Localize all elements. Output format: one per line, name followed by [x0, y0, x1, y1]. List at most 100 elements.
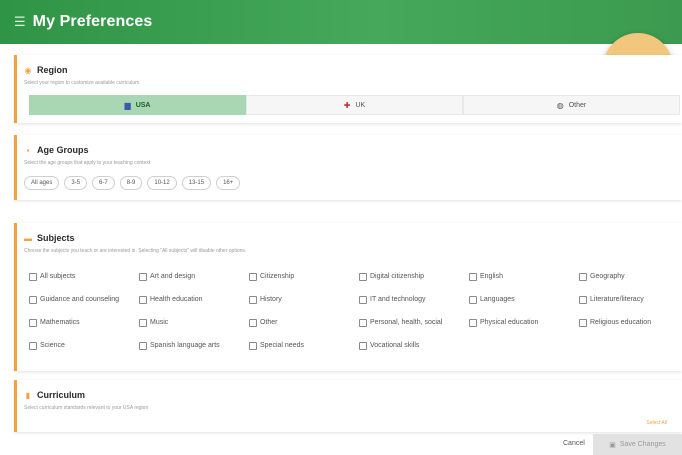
checkbox-box[interactable] [579, 295, 587, 304]
subjects-description: Choose the subjects you teach or are int… [24, 248, 247, 254]
checkbox-box[interactable] [249, 318, 257, 327]
location-icon: ◉ [24, 65, 32, 75]
subject-checkbox[interactable]: Physical education [469, 311, 579, 334]
checkbox-box[interactable] [359, 295, 367, 304]
age-groups-section: ▪ Age Groups Select the age groups that … [14, 135, 682, 200]
select-all-link[interactable]: Select All [646, 420, 667, 426]
save-changes-button[interactable]: ▣ Save Changes [593, 434, 682, 455]
region-tab-label: Other [568, 101, 587, 109]
subject-label: Art and design [150, 272, 196, 280]
curriculum-description: Select curriculum standards relevant to … [24, 405, 149, 411]
subject-checkbox[interactable]: All subjects [29, 265, 139, 288]
subject-checkbox[interactable]: Health education [139, 288, 249, 311]
subject-checkbox[interactable]: IT and technology [359, 288, 469, 311]
subjects-heading: ▬ Subjects [24, 233, 682, 243]
subject-label: Guidance and counseling [40, 295, 120, 303]
subject-checkbox[interactable]: Spanish language arts [139, 334, 249, 357]
subject-checkbox[interactable]: Geography [579, 265, 682, 288]
checkbox-box[interactable] [139, 272, 147, 281]
subject-checkbox[interactable]: Other [249, 311, 359, 334]
checkbox-box[interactable] [359, 272, 367, 281]
subject-label: Science [40, 341, 65, 349]
subject-label: English [480, 272, 503, 280]
subject-label: Special needs [260, 341, 304, 349]
age-chip[interactable]: 6-7 [92, 176, 115, 190]
region-title: Region [37, 65, 68, 75]
region-tab-other[interactable]: ◍ Other [463, 95, 680, 115]
subject-checkbox[interactable]: Religious education [579, 311, 682, 334]
subject-checkbox[interactable]: Literature/literacy [579, 288, 682, 311]
age-chip[interactable]: 16+ [216, 176, 241, 190]
region-heading: ◉ Region [24, 65, 682, 75]
subject-label: Physical education [480, 318, 539, 326]
preferences-header: ☰ My Preferences [0, 0, 682, 44]
age-groups-heading: ▪ Age Groups [24, 145, 682, 155]
subject-checkbox[interactable]: Languages [469, 288, 579, 311]
subject-label: All subjects [40, 272, 76, 280]
region-tabs: ▆ USA ✚ UK ◍ Other [29, 95, 680, 115]
uk-flag-icon: ✚ [343, 100, 351, 110]
subject-label: Religious education [590, 318, 652, 326]
subject-label: Geography [590, 272, 625, 280]
subject-checkbox[interactable]: History [249, 288, 359, 311]
checkbox-box[interactable] [29, 295, 37, 304]
checkbox-box[interactable] [469, 272, 477, 281]
checkbox-box[interactable] [29, 318, 37, 327]
age-chip-list: All ages 3-5 6-7 8-9 10-12 13-15 16+ [24, 176, 682, 190]
checkbox-box[interactable] [469, 295, 477, 304]
subject-checkbox[interactable]: Vocational skills [359, 334, 469, 357]
subject-checkbox[interactable]: Science [29, 334, 139, 357]
subject-label: Spanish language arts [150, 341, 220, 349]
book-icon: ▬ [24, 233, 32, 243]
checkbox-box[interactable] [139, 295, 147, 304]
subject-label: History [260, 295, 282, 303]
subject-checkbox[interactable]: Personal, health, social [359, 311, 469, 334]
subject-checkbox[interactable]: Music [139, 311, 249, 334]
checkbox-box[interactable] [249, 295, 257, 304]
checkbox-box[interactable] [139, 341, 147, 350]
checkbox-box[interactable] [579, 272, 587, 281]
globe-icon: ◍ [556, 100, 564, 110]
subject-checkbox-grid: All subjects Art and design Citizenship … [29, 265, 682, 357]
age-chip[interactable]: 10-12 [147, 176, 177, 190]
checkbox-box[interactable] [139, 318, 147, 327]
checkbox-box[interactable] [359, 341, 367, 350]
sliders-icon: ☰ [14, 14, 26, 29]
checkbox-box[interactable] [579, 318, 587, 327]
cancel-button[interactable]: Cancel [563, 440, 585, 447]
checkbox-box[interactable] [469, 318, 477, 327]
subjects-title: Subjects [37, 233, 75, 243]
document-icon: ▮ [25, 390, 31, 400]
subject-checkbox[interactable]: Special needs [249, 334, 359, 357]
subject-label: Digital citizenship [370, 272, 425, 280]
people-icon: ▪ [26, 145, 30, 155]
page-title: My Preferences [32, 13, 153, 30]
subject-label: Citizenship [260, 272, 295, 280]
checkbox-box[interactable] [249, 272, 257, 281]
subject-checkbox[interactable]: Citizenship [249, 265, 359, 288]
subject-label: Languages [480, 295, 515, 303]
age-chip[interactable]: 13-15 [181, 176, 212, 190]
subject-checkbox[interactable]: Digital citizenship [359, 265, 469, 288]
age-chip[interactable]: 8-9 [119, 176, 143, 190]
subject-checkbox[interactable]: Guidance and counseling [29, 288, 139, 311]
subject-checkbox[interactable]: Mathematics [29, 311, 139, 334]
curriculum-title: Curriculum [37, 390, 86, 400]
region-tab-label: UK [355, 101, 366, 109]
age-chip[interactable]: All ages [24, 176, 60, 190]
region-tab-label: USA [135, 101, 151, 109]
age-chip[interactable]: 3-5 [64, 176, 88, 190]
subject-label: Music [150, 318, 169, 326]
subject-label: Other [260, 318, 278, 326]
region-tab-uk[interactable]: ✚ UK [246, 95, 463, 115]
checkbox-box[interactable] [29, 341, 37, 350]
us-flag-icon: ▆ [124, 100, 131, 110]
subject-label: Mathematics [40, 318, 80, 326]
region-tab-usa[interactable]: ▆ USA [29, 95, 246, 115]
checkbox-box[interactable] [249, 341, 257, 350]
checkbox-box[interactable] [359, 318, 367, 327]
subject-checkbox[interactable]: Art and design [139, 265, 249, 288]
subject-checkbox[interactable]: English [469, 265, 579, 288]
checkbox-box[interactable] [29, 272, 37, 281]
curriculum-section: ▮ Curriculum Select curriculum standards… [14, 380, 682, 432]
